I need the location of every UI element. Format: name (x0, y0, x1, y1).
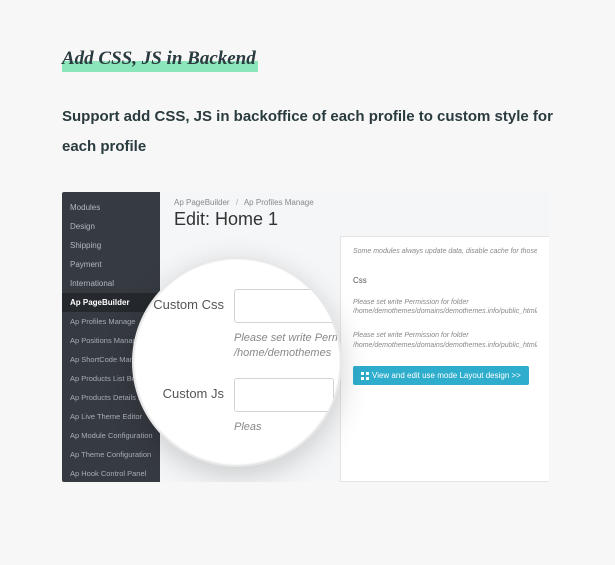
breadcrumb-separator: / (232, 198, 242, 207)
perm-hint-1b: /home/demothemes/domains/demothemes.info… (353, 307, 537, 317)
layout-design-button-label: View and edit use mode Layout design >> (372, 371, 521, 380)
custom-js-input[interactable] (234, 378, 334, 412)
custom-css-label: Custom Css (150, 289, 224, 312)
magnifier-lens: Custom Css Please set write Perm /home/d… (132, 257, 342, 467)
perm-hint-2a: Please set write Permission for folder (353, 331, 537, 341)
page-subheading: Support add CSS, JS in backoffice of eac… (62, 102, 553, 162)
breadcrumb-a[interactable]: Ap PageBuilder (174, 198, 230, 207)
css-label-short: Css (353, 276, 367, 285)
lens-hint-2: /home/demothemes (234, 346, 334, 361)
sidebar-item-modules[interactable]: Modules (62, 198, 160, 217)
screenshot-container: Modules Design Shipping Payment Internat… (62, 192, 549, 482)
perm-hint-1a: Please set write Permission for folder (353, 298, 537, 308)
lens-hint-3: Pleas (234, 420, 334, 435)
page-heading: Add CSS, JS in Backend (62, 48, 258, 72)
cache-hint: Some modules always update data, disable… (353, 247, 537, 258)
breadcrumb-b[interactable]: Ap Profiles Manage (244, 198, 314, 207)
layout-design-button[interactable]: View and edit use mode Layout design >> (353, 366, 529, 385)
custom-css-input[interactable] (234, 289, 334, 323)
sidebar-item-design[interactable]: Design (62, 217, 160, 236)
lens-hint-1: Please set write Perm (234, 331, 334, 346)
breadcrumb: Ap PageBuilder / Ap Profiles Manage (160, 192, 549, 209)
sidebar-item-hookcontrol[interactable]: Ap Hook Control Panel (62, 464, 160, 482)
page-title: Edit: Home 1 (160, 209, 549, 238)
sidebar-item-shipping[interactable]: Shipping (62, 236, 160, 255)
perm-hint-2b: /home/demothemes/domains/demothemes.info… (353, 341, 537, 351)
form-panel: Some modules always update data, disable… (340, 236, 549, 482)
custom-js-label: Custom Js (150, 378, 224, 401)
grid-icon (361, 372, 369, 380)
